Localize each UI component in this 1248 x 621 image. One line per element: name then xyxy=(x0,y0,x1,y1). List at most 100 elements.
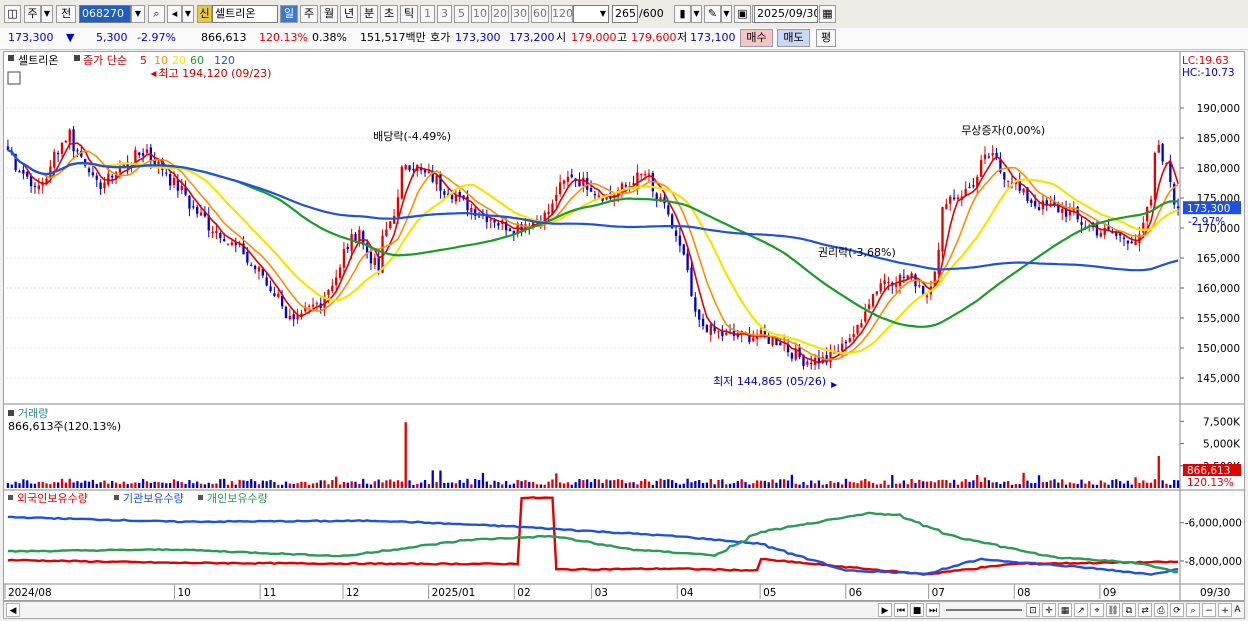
candle-body xyxy=(269,286,272,292)
interval-button[interactable]: 120 xyxy=(551,5,573,23)
candle-body xyxy=(867,304,871,309)
interval-button[interactable]: 60 xyxy=(531,5,549,23)
volume-bar xyxy=(725,484,728,488)
candle xyxy=(1126,240,1130,251)
zoom-slider[interactable] xyxy=(946,609,1022,611)
volume-bar xyxy=(956,484,960,488)
candle-body xyxy=(223,239,226,242)
measure-icon[interactable]: ⌖ xyxy=(1090,603,1104,617)
speaker-dropdown-icon[interactable]: ▼ xyxy=(182,5,194,23)
candle xyxy=(682,243,685,256)
calendar-icon[interactable]: ▦ xyxy=(819,5,836,23)
refresh-icon[interactable]: ⟳ xyxy=(1170,603,1184,617)
search-icon[interactable]: ⌕ xyxy=(148,5,165,23)
calc-icon xyxy=(7,71,21,85)
window-menu-icon[interactable]: ◫ xyxy=(4,5,21,23)
volume-bar xyxy=(605,479,608,488)
scroll-bar[interactable]: ◀ ▶ ⏮ ■ ⏭ ⊡ ✛ ▦ ↗ ⌖ ⛓ ⧉ ⇄ ⎙ ⟳ ⌕ − + A xyxy=(3,601,1245,619)
volume-bar xyxy=(794,483,797,488)
period-tab[interactable]: 틱 xyxy=(400,5,418,23)
copy-icon[interactable]: ⧉ xyxy=(1122,603,1136,617)
magnifier-icon[interactable]: ⌕ xyxy=(1186,603,1200,617)
grid-icon[interactable]: ▦ xyxy=(1058,603,1072,617)
evaluate-button[interactable]: 평 xyxy=(816,29,836,47)
chart-svg[interactable]: 145,000150,000155,000160,000165,000170,0… xyxy=(4,52,1244,600)
code-dropdown-icon[interactable]: ▼ xyxy=(131,5,145,23)
stock-code-input[interactable]: 068270 xyxy=(79,5,131,23)
count-dropdown[interactable]: ▼ xyxy=(573,5,609,23)
period-tab[interactable]: 주 xyxy=(300,5,318,23)
candle-body xyxy=(779,342,782,346)
chevron-down-icon[interactable]: ▼ xyxy=(41,5,53,23)
volume-bar xyxy=(168,483,172,488)
font-size-icon[interactable]: A xyxy=(1232,603,1243,617)
candle-body xyxy=(273,293,276,296)
interval-button[interactable]: 20 xyxy=(491,5,509,23)
period-tab[interactable]: 월 xyxy=(320,5,338,23)
count-input[interactable]: 265 xyxy=(612,5,638,23)
ask-label: 호가 xyxy=(430,31,451,44)
high-price: 179,600 xyxy=(631,31,677,44)
candle-body xyxy=(219,233,222,239)
scroll-left-icon[interactable]: ◀ xyxy=(6,603,20,617)
volume-bar xyxy=(867,481,871,488)
candle-body xyxy=(292,314,295,320)
print-icon[interactable]: ⎙ xyxy=(1154,603,1168,617)
candle xyxy=(373,253,376,270)
interval-button[interactable]: 1 xyxy=(420,5,435,23)
link-icon[interactable]: ⛓ xyxy=(1106,603,1120,617)
candle-body xyxy=(682,244,685,255)
scroll-right-icon[interactable]: ▶ xyxy=(878,603,892,617)
candle xyxy=(1169,154,1172,188)
candle xyxy=(64,139,68,143)
stop-icon[interactable]: ■ xyxy=(910,603,924,617)
period-tab[interactable]: 초 xyxy=(380,5,398,23)
volume-bar xyxy=(280,484,284,488)
volume-bar xyxy=(362,478,365,488)
interval-button[interactable]: 30 xyxy=(511,5,529,23)
interval-button[interactable]: 10 xyxy=(471,5,489,23)
volume-bar xyxy=(709,479,712,488)
chart-area[interactable]: 145,000 150,000 155,000 160,000 165,000 170,0… xyxy=(3,51,1245,601)
interval-button[interactable]: 3 xyxy=(437,5,452,23)
volume-bar xyxy=(1130,484,1133,488)
candle-icon[interactable]: ▮ xyxy=(674,5,691,23)
buy-button[interactable]: 매수 xyxy=(740,29,773,47)
stock-name-field[interactable]: 셀트리온 xyxy=(212,5,278,23)
candle-dropdown-icon[interactable]: ▼ xyxy=(691,5,702,23)
volume-bar xyxy=(976,474,979,488)
price-tick-label: 145,000 xyxy=(1197,373,1240,385)
period-tab[interactable]: 일 xyxy=(280,5,298,23)
save-icon[interactable]: ▣ xyxy=(734,5,751,23)
rewind-icon[interactable]: ⏮ xyxy=(894,603,908,617)
zoom-out-icon[interactable]: − xyxy=(1202,603,1216,617)
volume-bar xyxy=(674,482,678,488)
volume-bar xyxy=(474,479,477,488)
compare-icon[interactable]: ⇄ xyxy=(1138,603,1152,617)
candle xyxy=(570,168,573,179)
candle xyxy=(945,198,948,210)
period-short-toggle[interactable]: 주 xyxy=(24,5,41,23)
volume-bar xyxy=(76,481,79,488)
zoom-fit-icon[interactable]: ⊡ xyxy=(1026,603,1040,617)
draw-tool-icon[interactable]: ✎ xyxy=(704,5,721,23)
volume-bar xyxy=(95,483,98,488)
candle xyxy=(485,209,488,229)
volume-bar xyxy=(273,482,276,488)
period-tab[interactable]: 분 xyxy=(360,5,378,23)
candle-body xyxy=(284,306,288,319)
draw-dropdown-icon[interactable]: ▼ xyxy=(721,5,732,23)
speaker-icon[interactable]: ◂ xyxy=(167,5,182,23)
candle xyxy=(1064,200,1068,223)
zoom-in-icon[interactable]: + xyxy=(1218,603,1232,617)
period-tab[interactable]: 년 xyxy=(340,5,358,23)
crosshair-icon[interactable]: ✛ xyxy=(1042,603,1056,617)
interval-button[interactable]: 5 xyxy=(454,5,469,23)
candle xyxy=(165,168,168,177)
trend-icon[interactable]: ↗ xyxy=(1074,603,1088,617)
date-input[interactable]: 2025/09/30 xyxy=(754,5,818,23)
sell-button[interactable]: 매도 xyxy=(777,29,810,47)
forward-icon[interactable]: ⏭ xyxy=(926,603,940,617)
prev-button[interactable]: 전 xyxy=(56,5,76,23)
x-right-label: 09/30 xyxy=(1200,587,1230,599)
